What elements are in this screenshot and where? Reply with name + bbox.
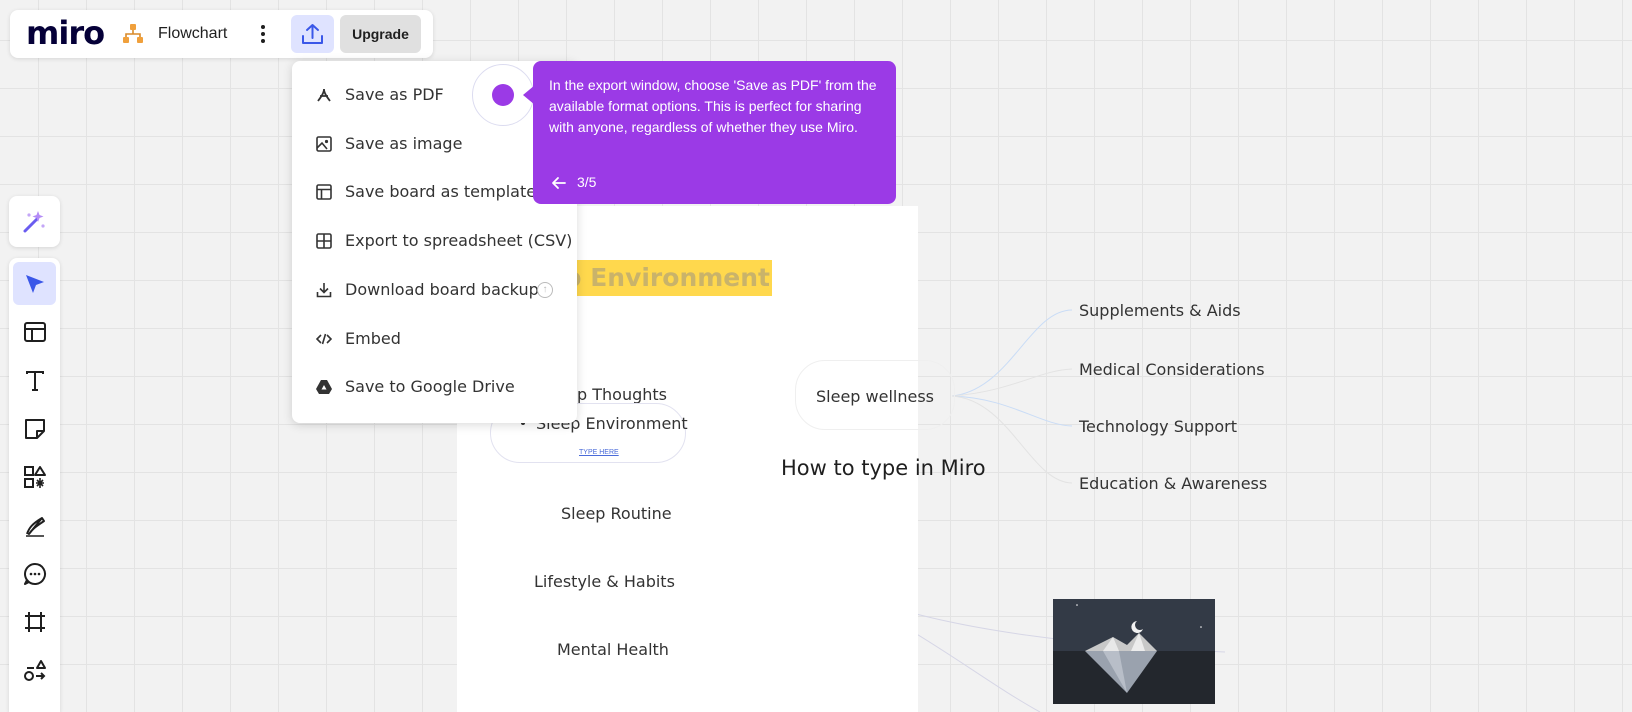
select-cursor-icon (26, 275, 44, 293)
image-icon (316, 136, 332, 152)
shapes-icon (24, 466, 46, 488)
menu-item-label: Save to Google Drive (345, 377, 515, 396)
pen-tool[interactable] (13, 504, 56, 547)
shapes-tool[interactable] (13, 455, 56, 498)
mountain-image[interactable] (1053, 599, 1215, 704)
node-mental-health[interactable]: Mental Health (557, 640, 669, 659)
menu-item-embed[interactable]: Embed (292, 319, 577, 359)
pdf-icon (317, 88, 331, 102)
frame-tool[interactable] (13, 600, 56, 643)
menu-item-label: Export to spreadsheet (CSV) (345, 231, 573, 250)
menu-item-label: Save board as template (345, 182, 537, 201)
embed-icon (316, 333, 332, 345)
upload-icon (302, 24, 323, 44)
ai-assist-icon (23, 211, 45, 233)
node-supplements-aids[interactable]: Supplements & Aids (1079, 301, 1241, 320)
menu-item-download-backup[interactable]: Download board backup ↑ (292, 270, 577, 310)
main-topic[interactable]: How to type in Miro (781, 456, 986, 480)
upgrade-info-icon[interactable]: ↑ (537, 282, 553, 298)
node-medical-considerations[interactable]: Medical Considerations (1079, 360, 1265, 379)
type-here-link[interactable]: TYPE HERE (579, 449, 619, 456)
frame-title: ep Environment (546, 263, 770, 292)
template-icon (316, 184, 332, 200)
tour-hotspot[interactable] (492, 84, 514, 106)
templates-icon (24, 322, 46, 342)
frame-icon (25, 612, 45, 632)
more-tools[interactable] (13, 649, 56, 692)
comment-tool[interactable] (13, 552, 56, 595)
upgrade-button[interactable]: Upgrade (340, 15, 421, 53)
top-bar: miro Flowchart Upgrade (10, 10, 433, 58)
menu-item-label: Download board backup (345, 280, 539, 299)
node-sleep-thoughts[interactable]: p Thoughts (577, 385, 667, 404)
left-toolbar (9, 258, 60, 712)
back-arrow-icon[interactable] (549, 175, 569, 191)
download-icon (316, 283, 332, 298)
table-icon (316, 233, 332, 249)
menu-item-label: Embed (345, 329, 401, 348)
sticky-note-icon (25, 419, 45, 439)
miro-logo[interactable]: miro (26, 14, 105, 52)
menu-item-label: Save as image (345, 134, 463, 153)
menu-item-label: Save as PDF (345, 85, 444, 104)
select-tool[interactable] (13, 262, 56, 305)
google-drive-icon (316, 380, 332, 394)
sticky-note-tool[interactable] (13, 407, 56, 450)
node-education-awareness[interactable]: Education & Awareness (1079, 474, 1267, 493)
more-tools-icon (24, 660, 46, 681)
tooltip-text: In the export window, choose 'Save as PD… (549, 77, 877, 135)
node-lifestyle-habits[interactable]: Lifestyle & Habits (534, 572, 675, 591)
templates-tool[interactable] (13, 310, 56, 353)
tour-step-counter: 3/5 (577, 174, 597, 190)
ai-assist-button[interactable] (9, 196, 60, 247)
node-technology-support[interactable]: Technology Support (1079, 417, 1237, 436)
comment-icon (24, 563, 46, 585)
board-title[interactable]: Flowchart (158, 25, 227, 43)
tooltip-pointer (523, 85, 535, 105)
menu-item-export-csv[interactable]: Export to spreadsheet (CSV) (292, 221, 577, 261)
text-tool[interactable] (13, 359, 56, 402)
text-icon (26, 371, 44, 391)
pen-icon (26, 517, 45, 537)
frame-title-highlight[interactable]: ep Environment (547, 260, 772, 296)
tour-tooltip: In the export window, choose 'Save as PD… (523, 61, 896, 204)
node-sleep-wellness[interactable]: Sleep wellness (816, 387, 934, 406)
menu-item-google-drive[interactable]: Save to Google Drive (292, 367, 577, 407)
more-options-icon[interactable] (258, 22, 268, 46)
node-sleep-routine[interactable]: Sleep Routine (561, 504, 672, 523)
flowchart-icon (123, 24, 143, 43)
export-button[interactable] (291, 15, 334, 53)
